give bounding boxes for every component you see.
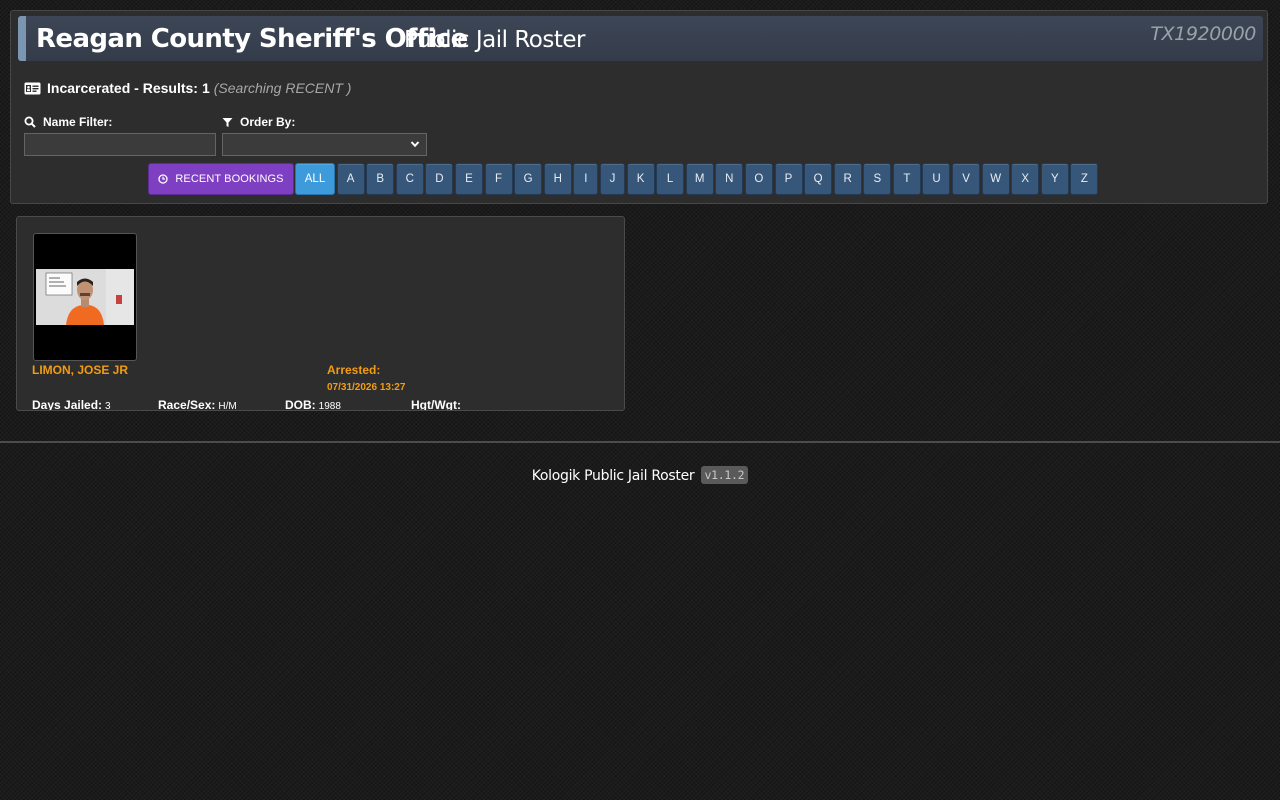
id-card-icon	[24, 82, 41, 94]
roster-header-panel: Reagan County Sheriff's Office Public Ja…	[10, 10, 1268, 204]
order-by-select[interactable]	[222, 133, 427, 156]
letter-button-a[interactable]: A	[336, 163, 365, 195]
letter-button-c[interactable]: C	[395, 163, 424, 195]
roster-title: Public Jail Roster	[404, 27, 585, 53]
results-summary: Incarcerated - Results: 1 (Searching REC…	[24, 80, 351, 96]
results-count: 1	[201, 80, 210, 96]
agency-name: Reagan County Sheriff's Office	[36, 24, 468, 54]
letter-button-d[interactable]: D	[425, 163, 454, 195]
letter-button-i[interactable]: I	[573, 163, 599, 195]
dob: DOB: 1988	[285, 398, 341, 411]
version-badge: v1.1.2	[700, 466, 749, 484]
letter-button-q[interactable]: Q	[804, 163, 833, 195]
letter-button-b[interactable]: B	[366, 163, 395, 195]
footer-divider	[0, 441, 1280, 443]
hgt-wgt-label: Hgt/Wgt:	[411, 398, 461, 411]
order-by-label: Order By:	[222, 115, 295, 129]
letter-button-k[interactable]: K	[626, 163, 655, 195]
mugshot-frame[interactable]	[33, 233, 137, 361]
searching-mode: (Searching RECENT )	[213, 80, 352, 96]
letter-button-l[interactable]: L	[656, 163, 685, 195]
dob-label: DOB:	[285, 398, 316, 411]
letter-button-x[interactable]: X	[1011, 163, 1040, 195]
days-jailed: Days Jailed: 3	[32, 398, 111, 411]
letter-button-all[interactable]: ALL	[295, 163, 335, 195]
dob-value: 1988	[318, 401, 341, 411]
filter-icon	[222, 117, 233, 127]
letter-button-o[interactable]: O	[744, 163, 773, 195]
letter-button-z[interactable]: Z	[1070, 163, 1099, 195]
arrested-label: Arrested:	[327, 363, 381, 377]
race-sex-value: H/M	[218, 401, 237, 411]
letter-button-p[interactable]: P	[774, 163, 803, 195]
recent-bookings-button[interactable]: RECENT BOOKINGS	[148, 163, 294, 195]
letter-button-v[interactable]: V	[952, 163, 981, 195]
search-icon	[24, 116, 36, 128]
name-filter-label: Name Filter:	[24, 115, 112, 129]
order-by-label-text: Order By:	[240, 115, 296, 129]
letter-button-j[interactable]: J	[599, 163, 625, 195]
letter-filter-bar: RECENT BOOKINGS ALL A B C D E F G H I J …	[148, 163, 1100, 195]
clock-icon	[158, 174, 169, 184]
name-filter-label-text: Name Filter:	[43, 115, 113, 129]
letter-button-t[interactable]: T	[892, 163, 921, 195]
name-filter-input[interactable]	[24, 133, 216, 156]
letter-button-w[interactable]: W	[981, 163, 1010, 195]
chevron-down-icon	[410, 141, 420, 148]
letter-button-e[interactable]: E	[454, 163, 483, 195]
letter-button-m[interactable]: M	[685, 163, 714, 195]
title-bar: Reagan County Sheriff's Office Public Ja…	[18, 16, 1263, 61]
letter-button-g[interactable]: G	[514, 163, 543, 195]
footer: Kologik Public Jail Roster v1.1.2	[0, 466, 1280, 484]
letter-button-f[interactable]: F	[484, 163, 513, 195]
letter-button-h[interactable]: H	[543, 163, 572, 195]
days-jailed-value: 3	[105, 401, 111, 411]
letter-button-u[interactable]: U	[922, 163, 951, 195]
letter-button-r[interactable]: R	[833, 163, 862, 195]
letter-button-y[interactable]: Y	[1040, 163, 1069, 195]
days-jailed-label: Days Jailed:	[32, 398, 103, 411]
race-sex-label: Race/Sex:	[158, 398, 216, 411]
results-label: Incarcerated - Results:	[47, 80, 198, 96]
race-sex: Race/Sex: H/M	[158, 398, 237, 411]
inmate-mugshot	[36, 269, 134, 325]
recent-bookings-label: RECENT BOOKINGS	[175, 173, 284, 185]
letter-button-s[interactable]: S	[863, 163, 892, 195]
inmate-card[interactable]: LIMON, JOSE JR Arrested: 07/31/2026 13:2…	[16, 216, 625, 411]
letter-button-n[interactable]: N	[715, 163, 744, 195]
ori-code: TX1920000	[1150, 23, 1256, 45]
arrested-date: 07/31/2026 13:27	[327, 382, 406, 393]
inmate-name[interactable]: LIMON, JOSE JR	[32, 363, 128, 377]
height-weight: Hgt/Wgt:	[411, 398, 464, 411]
footer-text: Kologik Public Jail Roster	[531, 468, 695, 484]
